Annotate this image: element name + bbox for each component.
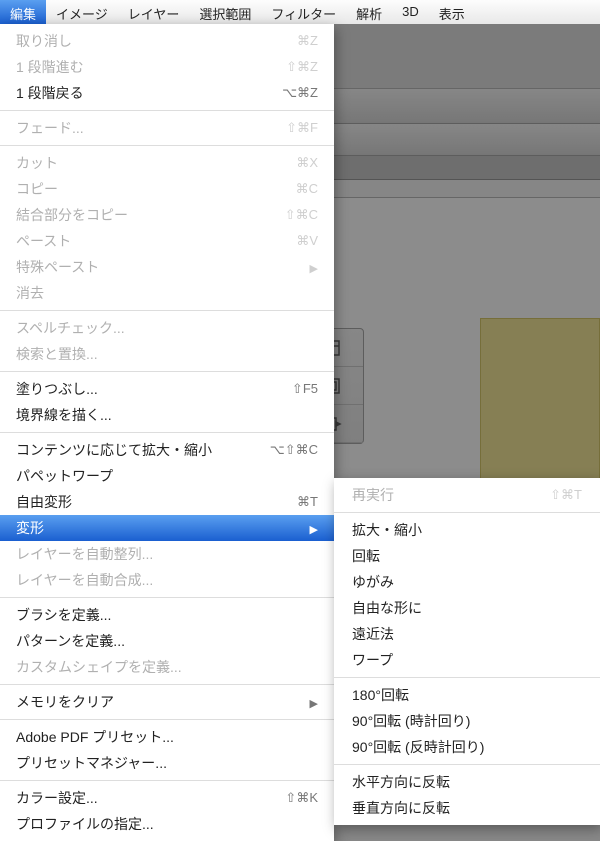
menu-item[interactable]: Adobe PDF プリセット... [0, 724, 334, 750]
menu-item: 取り消し⌘Z [0, 28, 334, 54]
menu-item[interactable]: 180°回転 [334, 682, 600, 708]
menubar-item[interactable]: 選択範囲 [189, 0, 261, 24]
menu-item[interactable]: 1 段階戻る⌥⌘Z [0, 80, 334, 106]
menubar-item[interactable]: レイヤー [118, 0, 190, 24]
menubar: 編集イメージレイヤー選択範囲フィルター解析3D表示 [0, 0, 600, 24]
menu-item[interactable]: プリセットマネジャー... [0, 750, 334, 776]
edit-menu: 取り消し⌘Z1 段階進む⇧⌘Z1 段階戻る⌥⌘Zフェード...⇧⌘Fカット⌘Xコ… [0, 24, 334, 841]
menu-item[interactable]: 変形▶ [0, 515, 334, 541]
menu-item: 消去 [0, 280, 334, 306]
menu-item[interactable]: メモリをクリア▶ [0, 689, 334, 715]
menubar-item[interactable]: 編集 [0, 0, 46, 24]
menu-item[interactable]: 境界線を描く... [0, 402, 334, 428]
menu-item: 1 段階進む⇧⌘Z [0, 54, 334, 80]
submenu-arrow-icon: ▶ [310, 263, 318, 275]
menu-item[interactable]: コンテンツに応じて拡大・縮小⌥⇧⌘C [0, 437, 334, 463]
submenu-arrow-icon: ▶ [310, 524, 318, 536]
menubar-item[interactable]: 解析 [346, 0, 392, 24]
menu-item: 特殊ペースト▶ [0, 254, 334, 280]
menubar-item[interactable]: 表示 [429, 0, 475, 24]
menu-item: 検索と置換... [0, 341, 334, 367]
transform-submenu: 再実行⇧⌘T拡大・縮小回転ゆがみ自由な形に遠近法ワープ180°回転90°回転 (… [334, 478, 600, 825]
menu-item: カスタムシェイプを定義... [0, 654, 334, 680]
menu-item[interactable]: プロファイルの指定... [0, 811, 334, 837]
menu-item[interactable]: 遠近法 [334, 621, 600, 647]
menubar-item[interactable]: 3D [392, 0, 429, 24]
menu-item: ペースト⌘V [0, 228, 334, 254]
menu-item[interactable]: パターンを定義... [0, 628, 334, 654]
menu-item[interactable]: 水平方向に反転 [334, 769, 600, 795]
menu-item: スペルチェック... [0, 315, 334, 341]
menu-item: コピー⌘C [0, 176, 334, 202]
menu-item[interactable]: 垂直方向に反転 [334, 795, 600, 821]
menu-item[interactable]: カラー設定...⇧⌘K [0, 785, 334, 811]
menu-item: フェード...⇧⌘F [0, 115, 334, 141]
menubar-item[interactable]: フィルター [261, 0, 346, 24]
menu-item: レイヤーを自動合成... [0, 567, 334, 593]
menu-item[interactable]: 90°回転 (反時計回り) [334, 734, 600, 760]
menu-item[interactable]: 90°回転 (時計回り) [334, 708, 600, 734]
menu-item[interactable]: パペットワープ [0, 463, 334, 489]
menu-item: レイヤーを自動整列... [0, 541, 334, 567]
menu-item[interactable]: ワープ [334, 647, 600, 673]
menu-item: カット⌘X [0, 150, 334, 176]
menu-item[interactable]: 拡大・縮小 [334, 517, 600, 543]
menu-item[interactable]: ブラシを定義... [0, 602, 334, 628]
menu-item[interactable]: ゆがみ [334, 569, 600, 595]
menu-item[interactable]: 塗りつぶし...⇧F5 [0, 376, 334, 402]
submenu-arrow-icon: ▶ [310, 698, 318, 710]
menu-item[interactable]: 自由な形に [334, 595, 600, 621]
menu-item: 結合部分をコピー⇧⌘C [0, 202, 334, 228]
menu-item[interactable]: 自由変形⌘T [0, 489, 334, 515]
menubar-item[interactable]: イメージ [46, 0, 118, 24]
menu-item[interactable]: 回転 [334, 543, 600, 569]
menu-item: 再実行⇧⌘T [334, 482, 600, 508]
